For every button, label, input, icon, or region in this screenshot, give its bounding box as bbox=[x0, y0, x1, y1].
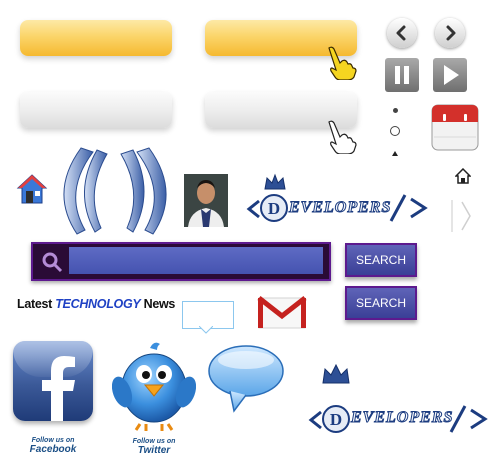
developers-logo: D EVELOPERS bbox=[245, 193, 431, 225]
latest-word: Latest bbox=[17, 297, 53, 311]
pause-button[interactable] bbox=[385, 58, 419, 92]
search-icon[interactable] bbox=[41, 251, 63, 273]
svg-text:D: D bbox=[268, 199, 280, 218]
developers-logo-2: D EVELOPERS bbox=[307, 402, 491, 436]
crown-icon-2 bbox=[322, 363, 350, 384]
twitter-name[interactable]: Twitter bbox=[112, 445, 196, 456]
technology-word: TECHNOLOGY bbox=[55, 297, 141, 311]
pause-icon bbox=[395, 66, 409, 84]
play-button[interactable] bbox=[433, 58, 467, 92]
home-icon[interactable] bbox=[15, 172, 49, 206]
search-button-2[interactable]: SEARCH bbox=[345, 286, 417, 320]
speech-bubble-icon[interactable] bbox=[206, 343, 286, 413]
small-circle bbox=[390, 126, 400, 136]
small-dot bbox=[393, 108, 398, 113]
twitter-follow-text: Follow us on bbox=[132, 438, 176, 445]
gray-button-1[interactable] bbox=[20, 92, 172, 128]
developers-text-2: EVELOPERS bbox=[350, 409, 454, 427]
tooltip-pointer bbox=[199, 326, 213, 334]
profile-photo bbox=[184, 174, 228, 227]
twitter-bird-icon[interactable] bbox=[112, 340, 196, 432]
svg-text:D: D bbox=[330, 410, 342, 429]
search-button-1[interactable]: SEARCH bbox=[345, 243, 417, 277]
cursor-hand-icon bbox=[328, 46, 357, 80]
chevron-right-icon bbox=[446, 25, 456, 41]
email-icon[interactable] bbox=[257, 295, 307, 331]
prev-button[interactable] bbox=[387, 18, 417, 48]
facebook-icon[interactable] bbox=[13, 341, 93, 421]
yellow-button-1[interactable] bbox=[20, 20, 172, 56]
crown-icon bbox=[264, 173, 286, 190]
small-home-icon[interactable] bbox=[455, 168, 471, 184]
calendar-icon[interactable] bbox=[430, 102, 480, 152]
tooltip-box bbox=[182, 301, 234, 329]
search-bar bbox=[31, 242, 331, 281]
small-triangle bbox=[392, 151, 398, 156]
facebook-follow-text: Follow us on bbox=[31, 437, 75, 444]
play-icon bbox=[444, 65, 459, 85]
wave-arcs-icon bbox=[63, 147, 167, 235]
next-button[interactable] bbox=[435, 18, 465, 48]
developers-text: EVELOPERS bbox=[288, 199, 392, 217]
cursor-hand-white-icon bbox=[328, 120, 357, 154]
faint-chevron-icon[interactable] bbox=[450, 198, 474, 234]
news-word: News bbox=[143, 297, 176, 311]
latest-tech-news-heading: Latest TECHNOLOGY News bbox=[17, 297, 175, 311]
facebook-name[interactable]: Facebook bbox=[13, 444, 93, 455]
search-input[interactable] bbox=[69, 247, 323, 274]
chevron-left-icon bbox=[396, 25, 406, 41]
